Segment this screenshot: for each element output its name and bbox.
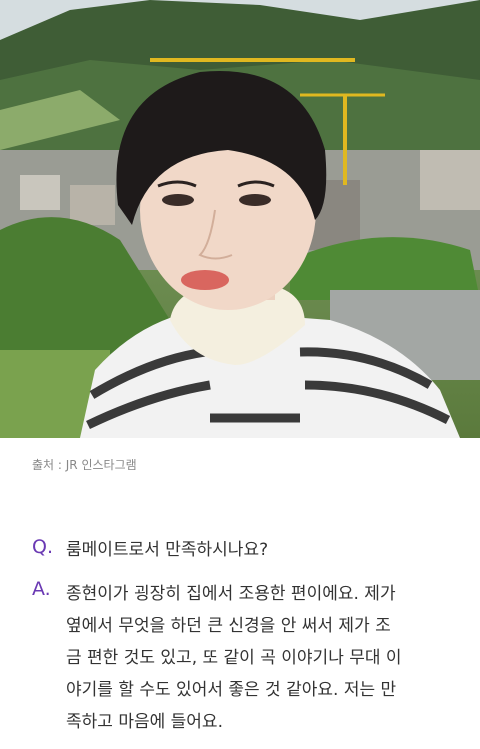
question-text: 룸메이트로서 만족하시나요? [66,540,269,560]
photo-illustration [0,0,480,438]
question-marker: Q. [32,536,53,558]
answer-text: 종현이가 굉장히 집에서 조용한 편이에요. 제가 옆에서 무엇을 하던 큰 신… [66,584,402,732]
selfie-photo [0,0,480,438]
photo-source-caption: 출처 : JR 인스타그램 [32,458,137,472]
answer-block: A. 종현이가 굉장히 집에서 조용한 편이에요. 제가 옆에서 무엇을 하던 … [32,578,456,738]
question-block: Q. 룸메이트로서 만족하시나요? [32,536,456,564]
answer-marker: A. [32,578,51,600]
